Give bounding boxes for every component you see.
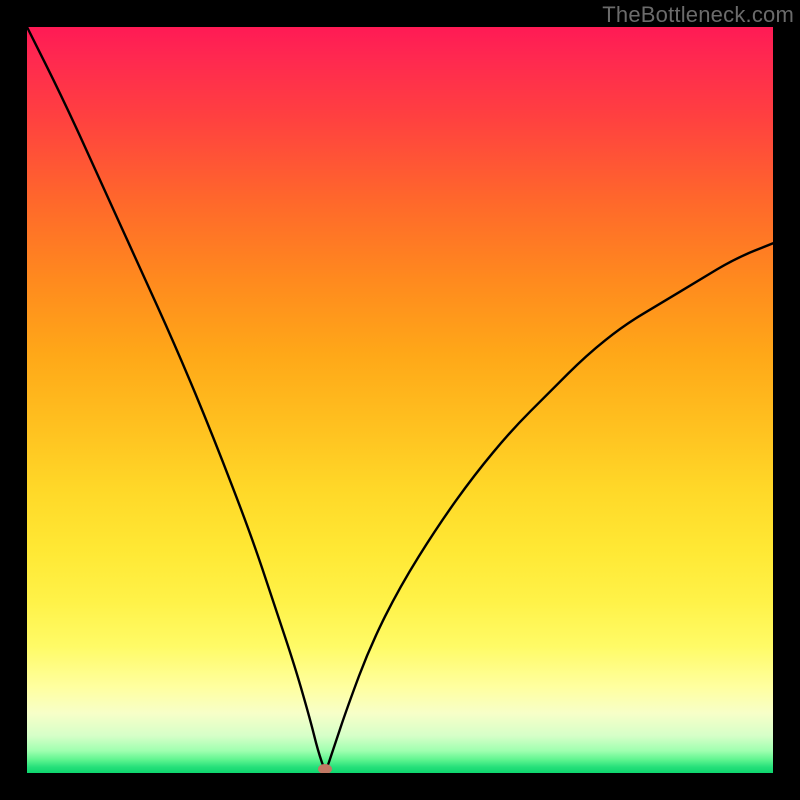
curve-layer	[27, 27, 773, 773]
chart-frame: TheBottleneck.com	[0, 0, 800, 800]
bottleneck-curve	[27, 27, 773, 767]
watermark-text: TheBottleneck.com	[602, 2, 794, 28]
plot-area	[27, 27, 773, 773]
optimum-marker	[318, 764, 332, 773]
